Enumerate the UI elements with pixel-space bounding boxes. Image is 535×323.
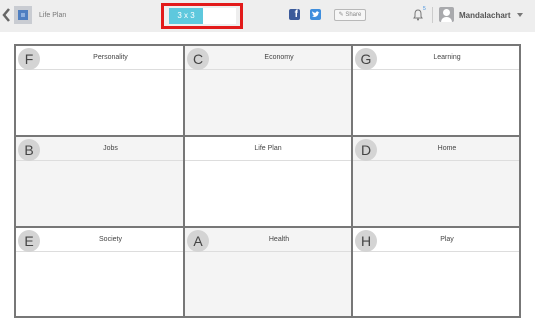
grid-cell-personality[interactable]: F Personality (16, 46, 183, 135)
page-title: Life Plan (39, 12, 67, 19)
cell-letter: F (18, 48, 40, 70)
cell-title: Health (268, 236, 290, 243)
cell-title: Life Plan (254, 145, 282, 152)
cell-title: Learning (433, 54, 461, 61)
cell-title: Society (99, 236, 122, 243)
share-button[interactable]: ✎ Share (334, 9, 366, 21)
cell-title: Play (440, 236, 454, 243)
highlight-box (161, 3, 243, 29)
divider (432, 7, 433, 23)
cell-letter: H (355, 230, 377, 252)
grid-cell-learning[interactable]: G Learning (353, 46, 519, 135)
top-bar: Life Plan 3 x 3 f ✎ Share 5 Mandalachart (0, 0, 535, 32)
facebook-icon[interactable]: f (289, 9, 300, 20)
mandala-grid: F Personality C Economy G Learning B Job… (14, 44, 521, 318)
cell-title: Jobs (103, 145, 118, 152)
cell-letter: D (355, 139, 377, 161)
cell-title: Home (437, 145, 457, 152)
grid-cell-society[interactable]: E Society (16, 228, 183, 316)
cell-title: Economy (264, 54, 294, 61)
cell-letter: B (18, 139, 40, 161)
chevron-down-icon[interactable] (517, 13, 523, 17)
cell-letter: A (187, 230, 209, 252)
avatar[interactable] (439, 7, 454, 22)
grid-cell-home[interactable]: D Home (353, 137, 519, 226)
grid-cell-health[interactable]: A Health (185, 228, 351, 316)
notification-badge: 5 (423, 6, 426, 12)
back-arrow-icon[interactable] (1, 7, 11, 23)
bell-icon[interactable] (413, 9, 423, 21)
cell-letter: G (355, 48, 377, 70)
grid-cell-play[interactable]: H Play (353, 228, 519, 316)
twitter-icon[interactable] (310, 9, 321, 20)
grid-cell-economy[interactable]: C Economy (185, 46, 351, 135)
username[interactable]: Mandalachart (459, 11, 511, 20)
cell-letter: C (187, 48, 209, 70)
cell-title: Personality (93, 54, 128, 61)
share-label: Share (345, 12, 362, 18)
grid-cell-life-plan[interactable]: Life Plan (185, 137, 351, 226)
cell-letter: E (18, 230, 40, 252)
grid-cell-jobs[interactable]: B Jobs (16, 137, 183, 226)
app-logo-icon[interactable] (14, 6, 32, 24)
